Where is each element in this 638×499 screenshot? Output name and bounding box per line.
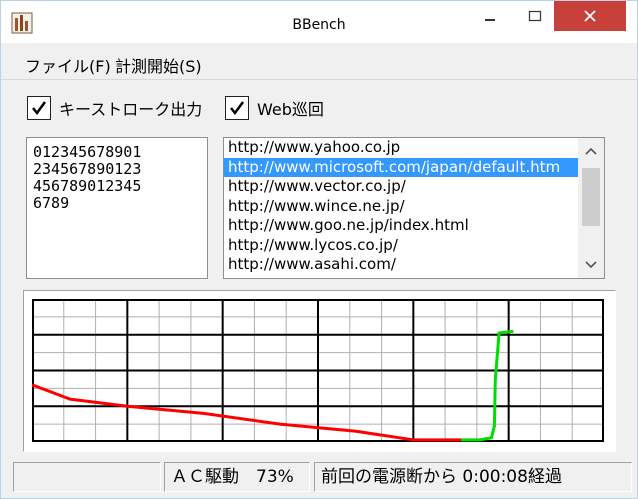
scroll-up-button[interactable] bbox=[578, 138, 604, 164]
maximize-button[interactable] bbox=[515, 1, 555, 31]
url-scrollbar[interactable] bbox=[578, 138, 604, 278]
bbench-window: BBench ファイル(F) 計測開始(S) キーストローク出力 Web巡回 0… bbox=[0, 0, 638, 499]
keystroke-line: 6789 bbox=[33, 194, 70, 212]
menu-bar: ファイル(F) 計測開始(S) bbox=[1, 49, 637, 80]
battery-graph-panel bbox=[23, 290, 616, 452]
url-item[interactable]: http://www.vector.co.jp/ bbox=[224, 177, 578, 197]
checkmark-icon bbox=[230, 101, 245, 116]
url-item[interactable]: http://www.wince.ne.jp/ bbox=[224, 197, 578, 217]
close-button[interactable] bbox=[554, 1, 626, 31]
menu-file[interactable]: ファイル(F) bbox=[25, 53, 111, 77]
power-status: ＡＣ駆動 73% bbox=[164, 462, 310, 492]
web-option[interactable]: Web巡回 bbox=[225, 96, 324, 120]
url-item[interactable]: http://www.asahi.com/ bbox=[224, 255, 578, 275]
charging-line bbox=[461, 329, 514, 442]
checkmark-icon bbox=[32, 101, 47, 116]
scroll-down-button[interactable] bbox=[578, 252, 604, 278]
battery-graph bbox=[32, 299, 604, 442]
web-label: Web巡回 bbox=[257, 100, 324, 119]
url-item-selected[interactable]: http://www.microsoft.com/japan/default.h… bbox=[224, 157, 578, 177]
keystroke-checkbox[interactable] bbox=[27, 96, 51, 120]
keystroke-line: 234567890123 bbox=[33, 160, 142, 178]
status-bar: ＡＣ駆動 73% 前回の電源断から 0:00:08経過 bbox=[1, 459, 637, 498]
maximize-icon bbox=[528, 10, 542, 22]
url-item[interactable]: http://www.yahoo.co.jp bbox=[224, 138, 578, 158]
chevron-up-icon bbox=[585, 147, 597, 155]
keystroke-line: 012345678901 bbox=[33, 143, 142, 161]
scroll-thumb[interactable] bbox=[582, 168, 600, 226]
url-list: http://www.yahoo.co.jp http://www.micros… bbox=[224, 138, 578, 275]
close-icon bbox=[584, 10, 596, 22]
chevron-down-icon bbox=[585, 261, 597, 269]
battery-discharge-line bbox=[32, 383, 461, 442]
keystroke-line: 456789012345 bbox=[33, 177, 142, 195]
menu-start-measurement[interactable]: 計測開始(S) bbox=[115, 53, 202, 77]
keystroke-output[interactable]: 012345678901 234567890123 456789012345 6… bbox=[26, 137, 208, 279]
url-listbox[interactable]: http://www.yahoo.co.jp http://www.micros… bbox=[223, 137, 605, 279]
keystroke-label: キーストローク出力 bbox=[59, 100, 203, 119]
status-panel-empty bbox=[13, 462, 161, 492]
elapsed-status: 前回の電源断から 0:00:08経過 bbox=[314, 462, 632, 492]
minimize-icon bbox=[485, 19, 495, 21]
title-bar[interactable]: BBench bbox=[1, 1, 637, 43]
web-checkbox[interactable] bbox=[225, 96, 249, 120]
url-item[interactable]: http://www.goo.ne.jp/index.html bbox=[224, 216, 578, 236]
url-item[interactable]: http://www.lycos.co.jp/ bbox=[224, 236, 578, 256]
keystroke-option[interactable]: キーストローク出力 bbox=[27, 96, 202, 120]
minimize-button[interactable] bbox=[471, 1, 509, 31]
